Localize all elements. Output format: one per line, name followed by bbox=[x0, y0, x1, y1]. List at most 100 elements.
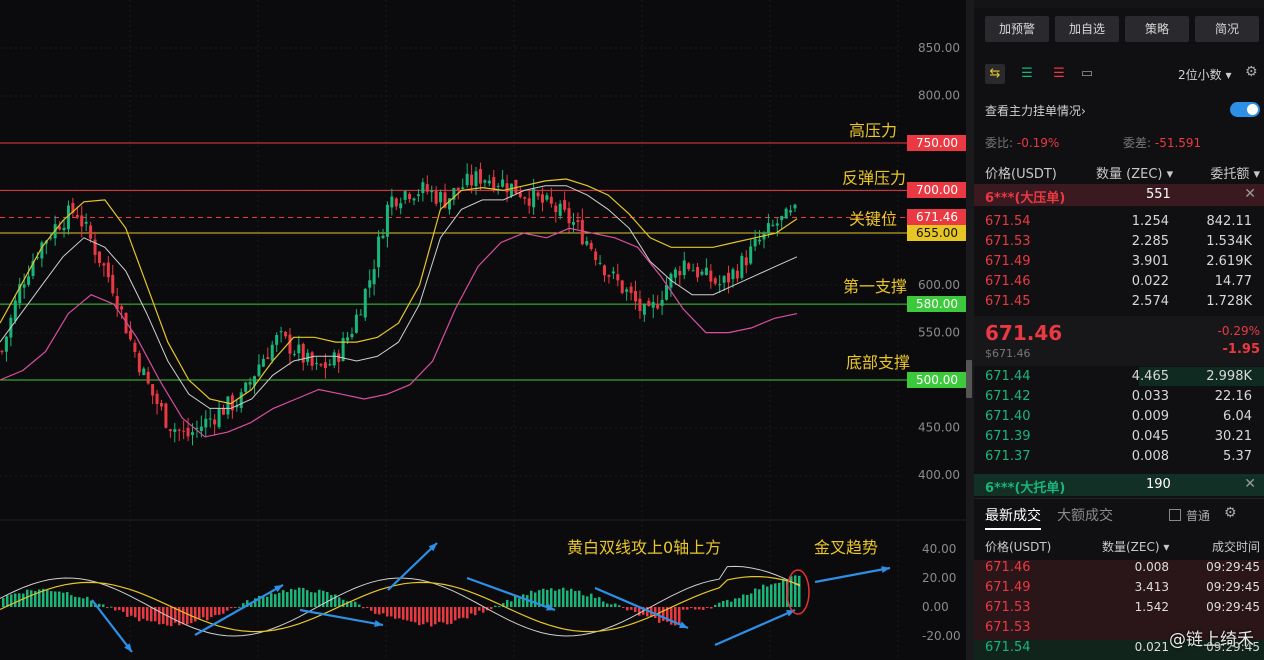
candle-body bbox=[270, 344, 274, 361]
row-qty: 0.022 bbox=[1131, 274, 1169, 289]
bid-row[interactable]: 671.40 0.009 6.04 bbox=[974, 409, 1264, 429]
macd-bar bbox=[302, 588, 305, 607]
macd-axis-label: 0.00 bbox=[922, 600, 949, 614]
candle-body bbox=[749, 246, 753, 264]
macd-bar bbox=[334, 594, 337, 607]
col-qty-label: 数量 (ZEC) bbox=[1096, 167, 1163, 182]
bid-row[interactable]: 671.42 0.033 22.16 bbox=[974, 389, 1264, 409]
settings-gear-icon[interactable]: ⚙ bbox=[1245, 64, 1258, 80]
view-main-orders-link[interactable]: 查看主力挂单情况› bbox=[985, 102, 1086, 119]
ask-row[interactable]: 671.49 3.901 2.619K bbox=[974, 254, 1264, 274]
main-orders-toggle[interactable] bbox=[1230, 102, 1260, 117]
candle-body bbox=[332, 352, 336, 366]
macd-bar bbox=[226, 607, 229, 611]
overview-button[interactable]: 简况 bbox=[1195, 16, 1259, 42]
macd-bar bbox=[566, 590, 569, 607]
add-watchlist-button[interactable]: 加自选 bbox=[1055, 16, 1119, 42]
bid-row[interactable]: 671.39 0.045 30.21 bbox=[974, 429, 1264, 449]
layout-trades-icon[interactable]: ▭ bbox=[1077, 64, 1097, 84]
ask-row[interactable]: 671.54 1.254 842.11 bbox=[974, 214, 1264, 234]
layout-asks-icon[interactable]: ☰ bbox=[1049, 64, 1069, 84]
add-alert-button[interactable]: 加预警 bbox=[985, 16, 1049, 42]
row-total: 2.998K bbox=[1206, 369, 1252, 384]
macd-bar bbox=[14, 593, 17, 607]
candle-body bbox=[620, 280, 624, 293]
macd-bar bbox=[222, 607, 225, 614]
candle-body bbox=[315, 363, 319, 365]
candle-body bbox=[27, 276, 31, 285]
candle-body bbox=[540, 194, 544, 203]
big-bid-bar: 6***(大托单) 190 ✕ bbox=[974, 474, 1264, 496]
chart-area[interactable]: 850.00 800.00 600.00 550.00 450.00 400.00 高压力反… bbox=[0, 0, 966, 660]
macd-bar bbox=[734, 598, 737, 607]
normal-checkbox[interactable] bbox=[1169, 509, 1181, 521]
change-pct: -0.29% bbox=[1217, 324, 1260, 338]
level-tag: 500.00 bbox=[907, 372, 966, 388]
macd-bar bbox=[58, 591, 61, 607]
row-total: 22.16 bbox=[1214, 389, 1252, 404]
close-icon[interactable]: ✕ bbox=[1244, 186, 1256, 202]
candle-body bbox=[266, 357, 270, 360]
tab-latest-trades[interactable]: 最新成交 bbox=[985, 505, 1041, 525]
macd-bar bbox=[398, 607, 401, 619]
settings-icon[interactable]: ⚙ bbox=[1224, 505, 1237, 521]
tab-latest-trades-label: 最新成交 bbox=[985, 508, 1041, 524]
row-price: 671.53 bbox=[985, 234, 1031, 249]
macd-bar bbox=[590, 593, 593, 607]
candle-body bbox=[346, 337, 350, 341]
close-icon[interactable]: ✕ bbox=[1244, 476, 1256, 492]
candle-body bbox=[673, 269, 677, 278]
candle-body bbox=[217, 408, 221, 428]
macd-bar bbox=[754, 588, 757, 607]
row-qty: 0.033 bbox=[1131, 389, 1169, 404]
candle-body bbox=[403, 191, 407, 200]
macd-bar bbox=[86, 596, 89, 607]
strategy-button[interactable]: 策略 bbox=[1125, 16, 1189, 42]
tab-big-trades[interactable]: 大额成交 bbox=[1057, 505, 1113, 525]
layout-both-icon[interactable]: ⇆ bbox=[985, 64, 1005, 84]
macd-bar bbox=[726, 600, 729, 607]
ask-row[interactable]: 671.53 2.285 1.534K bbox=[974, 234, 1264, 254]
candle-body bbox=[642, 304, 646, 315]
last-price: 671.46 bbox=[985, 321, 1063, 345]
macd-bar bbox=[450, 607, 453, 624]
candle-body bbox=[478, 169, 482, 184]
macd-bar bbox=[482, 607, 485, 613]
macd-bar bbox=[142, 607, 145, 619]
macd-bar bbox=[290, 588, 293, 607]
macd-bar bbox=[514, 596, 517, 607]
macd-bar bbox=[762, 584, 765, 607]
candle-body bbox=[483, 180, 487, 183]
trade-price: 671.49 bbox=[985, 580, 1031, 595]
decimals-select[interactable]: 2位小数 ▾ bbox=[1178, 66, 1232, 83]
divider-grip[interactable] bbox=[966, 360, 972, 398]
row-price: 671.49 bbox=[985, 254, 1031, 269]
bid-row[interactable]: 671.44 4.465 2.998K bbox=[974, 369, 1264, 389]
macd-bar bbox=[70, 595, 73, 607]
col-qty-header[interactable]: 数量 (ZEC) ▾ bbox=[1096, 163, 1173, 182]
price-chart[interactable]: 850.00 800.00 600.00 550.00 450.00 400.00 高压力反… bbox=[0, 0, 966, 660]
layout-bids-icon[interactable]: ☰ bbox=[1017, 64, 1037, 84]
candle-body bbox=[718, 284, 722, 286]
candle-body bbox=[377, 236, 381, 268]
level-annotation: 底部支撑 bbox=[846, 353, 910, 372]
row-price: 671.44 bbox=[985, 369, 1031, 384]
bid-row[interactable]: 671.37 0.008 5.37 bbox=[974, 449, 1264, 469]
macd-bar bbox=[618, 605, 621, 607]
ask-row[interactable]: 671.46 0.022 14.77 bbox=[974, 274, 1264, 294]
panel-divider[interactable] bbox=[966, 0, 974, 660]
candle-body bbox=[4, 336, 8, 352]
macd-bar bbox=[194, 607, 197, 622]
col-total-header[interactable]: 委托额 ▾ bbox=[1210, 163, 1260, 182]
macd-bar bbox=[182, 607, 185, 625]
macd-bar bbox=[574, 591, 577, 607]
macd-annotation: 黄白双线攻上0轴上方 bbox=[567, 538, 721, 557]
candle-body bbox=[492, 177, 496, 190]
ask-row[interactable]: 671.45 2.574 1.728K bbox=[974, 294, 1264, 314]
trade-col-qty[interactable]: 数量(ZEC) ▾ bbox=[1102, 538, 1169, 555]
candle-body bbox=[13, 300, 17, 322]
candle-body bbox=[385, 204, 389, 237]
macd-bar bbox=[234, 607, 237, 608]
candle-body bbox=[89, 225, 93, 239]
candle-body bbox=[678, 270, 682, 276]
